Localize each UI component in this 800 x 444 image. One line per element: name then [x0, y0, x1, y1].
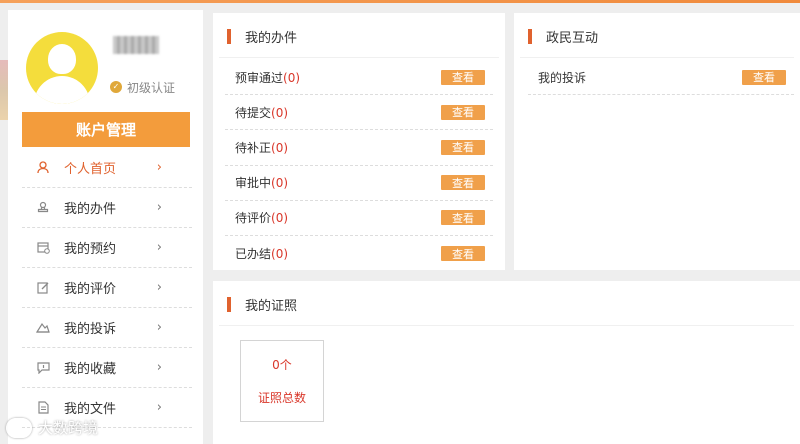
- view-button[interactable]: 查看: [441, 139, 485, 155]
- interaction-panel: 政民互动 我的投诉 查看: [514, 13, 800, 270]
- case-count: (0): [271, 247, 289, 262]
- case-count: (0): [271, 105, 289, 120]
- sidebar-item-label: 我的投诉: [64, 322, 117, 337]
- document-icon: [36, 401, 50, 415]
- person-icon: [36, 161, 50, 175]
- case-row-pending-correction: 待补正(0) 查看: [225, 130, 493, 166]
- sidebar-item-label: 我的收藏: [64, 362, 117, 377]
- case-label: 待补正: [235, 140, 272, 155]
- chevron-right-icon: ›: [156, 240, 162, 255]
- verified-badge-icon: ✓: [110, 81, 122, 93]
- case-label: 待评价: [235, 211, 272, 226]
- case-label: 已办结: [235, 247, 272, 262]
- divider: [219, 57, 499, 58]
- license-count-card[interactable]: 0个 证照总数: [240, 340, 324, 422]
- case-row-in-review: 审批中(0) 查看: [225, 166, 493, 201]
- panel-title: 政民互动: [528, 27, 599, 46]
- title-accent-bar: [528, 28, 532, 44]
- verification-label: 初级认证: [127, 80, 176, 95]
- watermark-text: 大数跨境: [38, 419, 99, 437]
- panel-title: 我的办件: [227, 27, 298, 46]
- view-button[interactable]: 查看: [441, 246, 485, 262]
- chevron-right-icon: ›: [156, 160, 162, 175]
- avatar-head-shape: [48, 44, 76, 74]
- my-cases-panel: 我的办件 预审通过(0) 查看 待提交(0) 查看 待补正(0) 查看 审批中(…: [213, 13, 505, 270]
- sidebar: ▒▒▒ ✓ 初级认证 账户管理 个人首页 › 我的办件 › 我的预约 ›: [8, 10, 203, 444]
- complaint-icon: [36, 321, 50, 335]
- decorative-strip: [0, 60, 8, 120]
- interaction-label: 我的投诉: [538, 70, 587, 85]
- stamp-icon: [36, 201, 50, 215]
- sidebar-item-label: 我的文件: [64, 402, 117, 417]
- divider: [520, 57, 794, 58]
- sidebar-item-complaints[interactable]: 我的投诉 ›: [22, 308, 192, 348]
- panel-title: 我的证照: [227, 295, 298, 314]
- case-count: (0): [283, 70, 301, 85]
- title-accent-bar: [227, 28, 231, 44]
- my-cases-title: 我的办件: [245, 30, 298, 46]
- divider: [219, 325, 794, 326]
- sidebar-item-favorites[interactable]: 我的收藏 ›: [22, 348, 192, 388]
- chevron-right-icon: ›: [156, 400, 162, 415]
- case-row-pending-review: 待评价(0) 查看: [225, 201, 493, 236]
- calendar-icon: [36, 241, 50, 255]
- watermark-logo-icon: [6, 417, 32, 438]
- licenses-panel: 我的证照 0个 证照总数: [213, 281, 800, 444]
- chevron-right-icon: ›: [156, 320, 162, 335]
- edit-icon: [36, 281, 50, 295]
- avatar-body-shape: [34, 76, 90, 104]
- case-label: 预审通过: [235, 70, 284, 85]
- sidebar-item-reviews[interactable]: 我的评价 ›: [22, 268, 192, 308]
- case-label: 审批中: [235, 176, 272, 191]
- license-count: 0个: [272, 358, 292, 372]
- case-count: (0): [271, 140, 289, 155]
- interaction-list: 我的投诉 查看: [528, 60, 794, 96]
- bookmark-icon: [36, 361, 50, 375]
- view-button[interactable]: 查看: [441, 175, 485, 191]
- case-count: (0): [271, 176, 289, 191]
- sidebar-item-appointments[interactable]: 我的预约 ›: [22, 228, 192, 268]
- view-button[interactable]: 查看: [441, 210, 485, 226]
- case-label: 待提交: [235, 105, 272, 120]
- sidebar-item-label: 我的评价: [64, 282, 117, 297]
- chevron-right-icon: ›: [156, 280, 162, 295]
- interaction-title: 政民互动: [546, 30, 599, 46]
- username-blurred: ▒▒▒: [113, 36, 159, 54]
- sidebar-item-home[interactable]: 个人首页 ›: [22, 148, 192, 188]
- sidebar-item-label: 我的预约: [64, 242, 117, 257]
- license-count-label: 证照总数: [257, 391, 306, 405]
- view-button[interactable]: 查看: [441, 104, 485, 120]
- case-row-completed: 已办结(0) 查看: [225, 236, 493, 271]
- verification-status: ✓ 初级认证: [110, 78, 175, 96]
- sidebar-item-label: 我的办件: [64, 202, 117, 217]
- case-row-pending-submit: 待提交(0) 查看: [225, 95, 493, 131]
- top-accent-bar: [0, 0, 800, 3]
- case-row-pre-approved: 预审通过(0) 查看: [225, 60, 493, 96]
- licenses-title: 我的证照: [245, 298, 298, 314]
- case-count: (0): [271, 211, 289, 226]
- view-button[interactable]: 查看: [742, 69, 786, 85]
- case-list: 预审通过(0) 查看 待提交(0) 查看 待补正(0) 查看 审批中(0) 查看…: [225, 60, 493, 271]
- chevron-right-icon: ›: [156, 200, 162, 215]
- interaction-row-complaints: 我的投诉 查看: [528, 60, 794, 96]
- chevron-right-icon: ›: [156, 360, 162, 375]
- account-management-button[interactable]: 账户管理: [22, 112, 190, 147]
- title-accent-bar: [227, 296, 231, 312]
- sidebar-item-my-cases[interactable]: 我的办件 ›: [22, 188, 192, 228]
- watermark: 大数跨境: [6, 417, 98, 438]
- sidebar-item-label: 个人首页: [64, 162, 117, 177]
- sidebar-menu: 个人首页 › 我的办件 › 我的预约 › 我的评价 › 我的投诉 › 我的收藏 …: [22, 148, 192, 428]
- view-button[interactable]: 查看: [441, 69, 485, 85]
- avatar[interactable]: [26, 32, 98, 104]
